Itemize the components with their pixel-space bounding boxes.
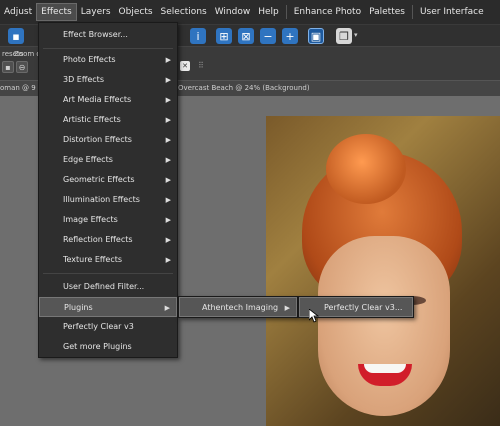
menu-palettes[interactable]: Palettes [365, 3, 409, 21]
menu-item-edge-effects[interactable]: Edge Effects ▶ [39, 150, 177, 170]
menu-objects[interactable]: Objects [115, 3, 157, 21]
menu-item-label: Perfectly Clear v3... [324, 303, 403, 312]
teeth-shape [364, 364, 406, 373]
submenu-arrow-icon: ▶ [165, 96, 171, 104]
menu-item-label: User Defined Filter... [63, 282, 145, 291]
menu-item-art-media-effects[interactable]: Art Media Effects ▶ [39, 90, 177, 110]
grid-icon[interactable]: ⠿ [198, 61, 204, 70]
menu-divider [43, 48, 173, 49]
menu-separator [411, 5, 413, 19]
submenu-arrow-icon: ▶ [165, 116, 171, 124]
menu-item-label: Get more Plugins [63, 342, 132, 351]
submenu-arrow-icon: ▶ [165, 176, 171, 184]
submenu-arrow-icon: ▶ [165, 56, 171, 64]
menu-item-label: Art Media Effects [63, 95, 132, 104]
menu-item-image-effects[interactable]: Image Effects ▶ [39, 210, 177, 230]
zoom-out-small-icon[interactable]: ⊖ [16, 61, 28, 73]
submenu-arrow-icon: ▶ [165, 156, 171, 164]
menu-divider [43, 273, 173, 274]
menu-item-label: Plugins [64, 303, 93, 312]
menu-item-label: Athentech Imaging [202, 303, 279, 312]
mouse-cursor-icon [309, 309, 319, 323]
preset-dropdown-icon[interactable]: ▪ [2, 61, 14, 73]
menu-item-photo-effects[interactable]: Photo Effects ▶ [39, 50, 177, 70]
menu-item-artistic-effects[interactable]: Artistic Effects ▶ [39, 110, 177, 130]
menu-item-label: Perfectly Clear v3 [63, 322, 134, 331]
menu-item-label: Edge Effects [63, 155, 113, 164]
submenu-arrow-icon: ▶ [165, 216, 171, 224]
menu-help[interactable]: Help [254, 3, 283, 21]
menu-item-label: Effect Browser... [63, 30, 128, 39]
submenu-arrow-icon: ▶ [165, 196, 171, 204]
menu-item-user-defined-filter[interactable]: User Defined Filter... [39, 277, 177, 297]
tab-overcast-beach[interactable]: Overcast Beach @ 24% (Background) [178, 84, 310, 92]
actual-size-icon[interactable]: ⊠ [238, 28, 254, 44]
menu-separator [285, 5, 287, 19]
menu-item-geometric-effects[interactable]: Geometric Effects ▶ [39, 170, 177, 190]
zoom-in-icon[interactable]: + [282, 28, 298, 44]
menu-item-label: 3D Effects [63, 75, 104, 84]
menu-item-athentech-imaging[interactable]: Athentech Imaging ▶ [179, 297, 297, 317]
canvas-image[interactable] [266, 116, 500, 426]
menu-item-plugins[interactable]: Plugins ▶ [39, 297, 177, 317]
menu-selections[interactable]: Selections [157, 3, 211, 21]
submenu-arrow-icon: ▶ [165, 136, 171, 144]
menu-item-label: Texture Effects [63, 255, 123, 264]
menu-item-label: Artistic Effects [63, 115, 121, 124]
menu-window[interactable]: Window [211, 3, 255, 21]
zoom-label: Zoom o [14, 50, 41, 58]
menu-item-label: Reflection Effects [63, 235, 133, 244]
documents-icon[interactable]: ❐ [336, 28, 352, 44]
menu-adjust[interactable]: Adjust [0, 3, 36, 21]
save-icon[interactable]: ▪ [8, 28, 24, 44]
plugins-submenu: Athentech Imaging ▶ [178, 296, 298, 318]
submenu-arrow-icon: ▶ [165, 236, 171, 244]
menu-item-perfectly-clear[interactable]: Perfectly Clear v3 [39, 317, 177, 337]
info-icon[interactable]: i [190, 28, 206, 44]
menu-item-label: Illumination Effects [63, 195, 140, 204]
menu-item-label: Geometric Effects [63, 175, 135, 184]
menu-item-label: Photo Effects [63, 55, 116, 64]
submenu-arrow-icon: ▶ [164, 304, 170, 312]
submenu-arrow-icon: ▶ [284, 304, 290, 312]
submenu-arrow-icon: ▶ [165, 256, 171, 264]
menu-item-effect-browser[interactable]: Effect Browser... [39, 25, 177, 45]
effects-menu: Effect Browser... Photo Effects ▶ 3D Effe… [38, 22, 178, 358]
menu-layers[interactable]: Layers [77, 3, 115, 21]
dropdown-arrow-icon[interactable]: ▾ [354, 31, 358, 39]
menu-item-illumination-effects[interactable]: Illumination Effects ▶ [39, 190, 177, 210]
menu-item-label: Distortion Effects [63, 135, 132, 144]
zoom-out-icon[interactable]: − [260, 28, 276, 44]
checkbox-icon[interactable]: ✕ [180, 61, 190, 71]
face-shape [318, 236, 450, 416]
hair-bun-shape [326, 134, 406, 204]
menu-item-reflection-effects[interactable]: Reflection Effects ▶ [39, 230, 177, 250]
submenu-arrow-icon: ▶ [165, 76, 171, 84]
menu-item-label: Image Effects [63, 215, 118, 224]
menu-effects[interactable]: Effects [36, 3, 77, 21]
menu-item-distortion-effects[interactable]: Distortion Effects ▶ [39, 130, 177, 150]
fit-window-icon[interactable]: ⊞ [216, 28, 232, 44]
menu-enhance-photo[interactable]: Enhance Photo [290, 3, 365, 21]
menu-user-interface[interactable]: User Interface [416, 3, 488, 21]
menu-item-get-more-plugins[interactable]: Get more Plugins [39, 337, 177, 357]
menu-item-3d-effects[interactable]: 3D Effects ▶ [39, 70, 177, 90]
tab-woman[interactable]: oman @ 9 [0, 84, 36, 92]
image-icon[interactable]: ▣ [308, 28, 324, 44]
menu-bar: Adjust Effects Layers Objects Selections… [0, 0, 500, 24]
menu-item-texture-effects[interactable]: Texture Effects ▶ [39, 250, 177, 270]
